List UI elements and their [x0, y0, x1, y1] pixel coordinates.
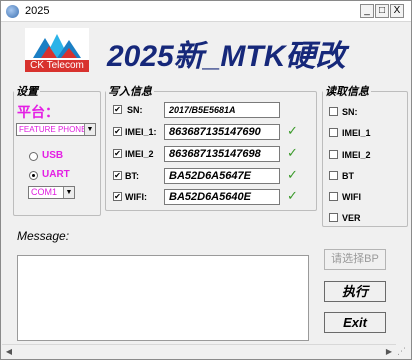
- resize-grip-icon[interactable]: ⋰: [397, 345, 409, 357]
- bt-write-checkbox[interactable]: ✔: [113, 171, 122, 180]
- platform-label: 平台：: [17, 104, 59, 120]
- imei1-ok-icon: ✓: [287, 123, 298, 138]
- message-textarea[interactable]: [17, 255, 309, 341]
- imei1-write-checkbox[interactable]: ✔: [113, 127, 122, 136]
- imei1-read-checkbox[interactable]: [329, 128, 338, 137]
- com-port-select[interactable]: COM1 ▼: [28, 186, 75, 199]
- write-info-group-title: 写入信息: [108, 86, 152, 98]
- bt-read-checkbox[interactable]: [329, 171, 338, 180]
- com-port-value: COM1: [31, 187, 58, 197]
- chevron-down-icon[interactable]: ▼: [84, 124, 95, 135]
- maximize-button[interactable]: □: [375, 4, 389, 18]
- bt-ok-icon: ✓: [287, 167, 298, 182]
- imei2-write-label: IMEI_2: [125, 149, 154, 159]
- title-bar: 2025 _ □ X: [1, 1, 411, 22]
- sn-read-checkbox[interactable]: [329, 107, 338, 116]
- app-icon: [6, 5, 19, 18]
- imei2-read-checkbox[interactable]: [329, 150, 338, 159]
- imei1-write-input[interactable]: 863687135147690: [164, 124, 280, 140]
- wifi-read-label: WIFI: [342, 192, 361, 202]
- platform-select[interactable]: FEATURE PHONE ▼: [16, 123, 96, 136]
- wifi-ok-icon: ✓: [287, 188, 298, 203]
- logo-mark-icon: [33, 34, 81, 58]
- imei2-write-checkbox[interactable]: ✔: [113, 149, 122, 158]
- ver-read-checkbox[interactable]: [329, 213, 338, 222]
- imei2-read-label: IMEI_2: [342, 150, 371, 160]
- bt-read-label: BT: [342, 171, 354, 181]
- wifi-write-input[interactable]: BA52D6A5640E: [164, 189, 280, 205]
- window-title: 2025: [25, 5, 50, 17]
- headline: 2025新_MTK硬改: [107, 40, 346, 73]
- select-bp-button[interactable]: 请选择BP: [324, 249, 386, 270]
- message-label: Message:: [17, 229, 70, 243]
- uart-radio-label: UART: [42, 169, 70, 180]
- imei2-ok-icon: ✓: [287, 145, 298, 160]
- usb-radio-label: USB: [42, 150, 64, 161]
- bt-write-label: BT:: [125, 171, 139, 181]
- imei1-read-label: IMEI_1: [342, 128, 371, 138]
- close-button[interactable]: X: [390, 4, 404, 18]
- wifi-read-checkbox[interactable]: [329, 192, 338, 201]
- chevron-down-icon[interactable]: ▼: [63, 187, 74, 198]
- imei2-write-input[interactable]: 863687135147698: [164, 146, 280, 162]
- ver-read-label: VER: [342, 213, 361, 223]
- platform-value: FEATURE PHONE: [19, 125, 87, 134]
- logo-text: CK Telecom: [25, 60, 89, 72]
- scroll-left-icon[interactable]: ◀: [3, 346, 15, 358]
- exit-button[interactable]: Exit: [324, 312, 386, 333]
- uart-radio[interactable]: [29, 171, 38, 180]
- sn-write-label: SN:: [127, 105, 143, 115]
- sn-write-input[interactable]: 2017/B5E5681A: [164, 102, 280, 118]
- execute-button[interactable]: 执行: [324, 281, 386, 302]
- horizontal-scrollbar[interactable]: ◀ ▶: [2, 344, 396, 358]
- usb-radio[interactable]: [29, 152, 38, 161]
- ck-telecom-logo: CK Telecom: [25, 28, 89, 72]
- sn-read-label: SN:: [342, 107, 358, 117]
- app-window: 2025 _ □ X CK Telecom 2025新_MTK硬改 设置 平台：…: [0, 0, 412, 360]
- imei1-write-label: IMEI_1:: [125, 127, 157, 137]
- wifi-write-label: WIFI:: [125, 192, 147, 202]
- settings-group-title: 设置: [16, 86, 38, 98]
- read-info-group-title: 读取信息: [325, 86, 369, 98]
- bt-write-input[interactable]: BA52D6A5647E: [164, 168, 280, 184]
- wifi-write-checkbox[interactable]: ✔: [113, 192, 122, 201]
- scroll-right-icon[interactable]: ▶: [383, 346, 395, 358]
- minimize-button[interactable]: _: [360, 4, 374, 18]
- sn-write-checkbox[interactable]: ✔: [113, 105, 122, 114]
